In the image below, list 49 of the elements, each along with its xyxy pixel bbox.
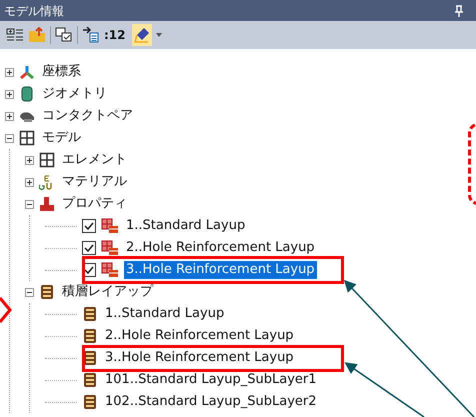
annotation-chevron (0, 296, 12, 324)
expand-icon[interactable] (5, 112, 14, 120)
laminate-icon (39, 284, 55, 300)
cylinder-icon (19, 86, 35, 102)
layup-icon (101, 262, 119, 278)
property-icon (39, 196, 55, 212)
laminate-icon (82, 350, 98, 366)
grid-icon (39, 152, 55, 168)
tree-item-label[interactable]: 1..Standard Layup (124, 217, 248, 235)
expand-icon[interactable] (5, 68, 14, 76)
tree-item-label[interactable]: 3..Hole Reinforcement Layup (103, 349, 296, 367)
layup-icon (101, 218, 119, 234)
laminate-icon (82, 372, 98, 388)
laminate-icon (82, 306, 98, 322)
checkboxes-icon[interactable] (55, 27, 73, 43)
collapse-icon[interactable] (25, 200, 34, 208)
pin-icon[interactable] (454, 4, 464, 16)
tree-item-label[interactable]: ジオメトリ (40, 85, 109, 103)
tree-item-label[interactable]: 積層レイアップ (60, 283, 155, 301)
laminate-icon (82, 328, 98, 344)
tree-item-label[interactable]: エレメント (60, 151, 129, 169)
tree-item-label[interactable]: 2..Hole Reinforcement Layup (124, 239, 317, 257)
collapse-icon[interactable] (5, 134, 14, 142)
expand-all-icon[interactable] (6, 27, 24, 43)
tree-item-label[interactable]: 座標系 (40, 63, 83, 81)
panel-title: モデル情報 (4, 2, 64, 20)
expand-icon[interactable] (25, 178, 34, 186)
highlighter-icon (134, 27, 150, 43)
highlighter-button[interactable] (132, 24, 152, 46)
layup-icon (101, 240, 119, 256)
tree-item-label[interactable]: 102..Standard Layup_SubLayer2 (103, 393, 319, 411)
tree-item-label[interactable]: コンタクトペア (40, 107, 135, 125)
tree-item-label[interactable]: モデル (40, 129, 83, 147)
tree-item-label[interactable]: 3..Hole Reinforcement Layup (124, 261, 317, 279)
tree-item-label[interactable]: 101..Standard Layup_SubLayer1 (103, 371, 319, 389)
expand-icon[interactable] (25, 156, 34, 164)
grid-icon (19, 130, 35, 146)
tree-item-label[interactable]: マテリアル (60, 173, 129, 191)
tree-item-label[interactable]: 1..Standard Layup (103, 305, 226, 323)
laminate-icon (82, 394, 98, 410)
checkbox[interactable] (82, 219, 96, 233)
checkbox[interactable] (82, 241, 96, 255)
tree-item-label[interactable]: プロパティ (60, 195, 129, 213)
count-label: :12 (104, 27, 126, 44)
axes-icon (19, 64, 35, 80)
tree-item-label[interactable]: 2..Hole Reinforcement Layup (103, 327, 296, 345)
collapse-icon[interactable] (25, 288, 34, 296)
caret-icon[interactable] (156, 33, 162, 37)
expand-icon[interactable] (5, 90, 14, 98)
